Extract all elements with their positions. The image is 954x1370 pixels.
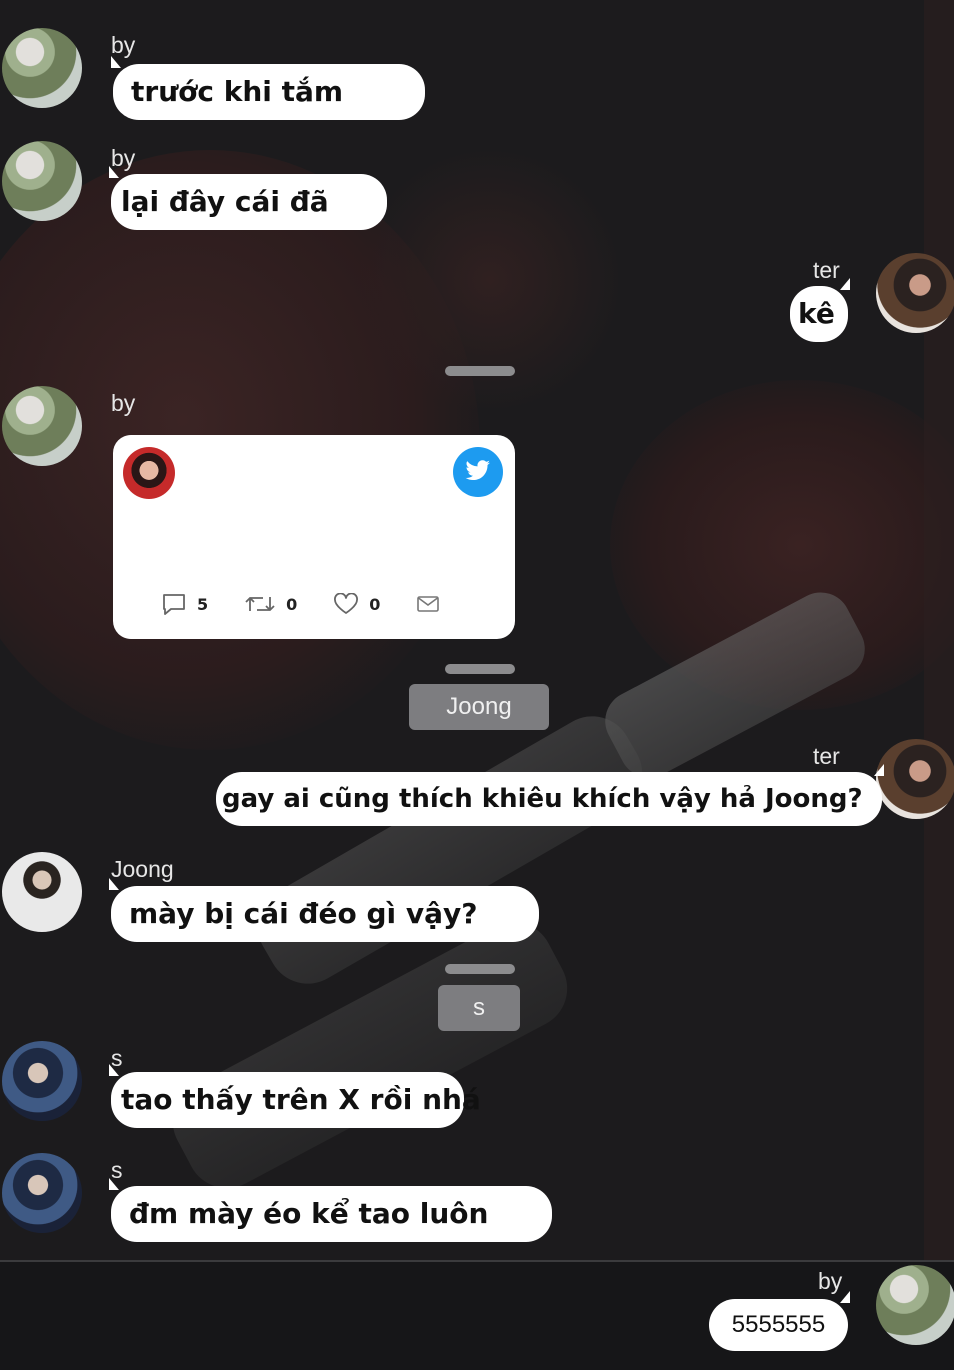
avatar-joong[interactable] <box>2 852 82 932</box>
avatar-s[interactable] <box>2 1041 82 1121</box>
avatar-by[interactable] <box>2 386 82 466</box>
message-bubble[interactable]: lại đây cái đã <box>109 166 387 230</box>
avatar-by[interactable] <box>876 1265 954 1345</box>
tweet-actions: 5 0 0 <box>161 593 486 615</box>
message-bubble[interactable]: mày bị cái đéo gì vậy? <box>109 878 539 942</box>
separator <box>445 964 515 974</box>
avatar-by[interactable] <box>2 28 82 108</box>
message-bubble[interactable]: gay ai cũng thích khiêu khích vậy hả Joo… <box>216 764 884 826</box>
message-bubble[interactable]: kê <box>790 278 850 342</box>
retweet-icon <box>245 597 275 611</box>
message-bubble[interactable]: tao thấy trên X rồi nhá <box>109 1064 481 1128</box>
message-text: tao thấy trên X rồi nhá <box>121 1083 481 1116</box>
reply-icon <box>163 594 185 615</box>
sender-name: ter <box>813 257 840 283</box>
like-count: 0 <box>369 594 381 614</box>
sender-name: Joong <box>111 856 174 882</box>
share-action[interactable] <box>416 595 450 613</box>
separator-chip: s <box>438 985 520 1031</box>
separator <box>445 664 515 674</box>
message-text: lại đây cái đã <box>121 185 329 218</box>
message-text: trước khi tắm <box>131 75 344 108</box>
message-bubble[interactable]: đm mày éo kể tao luôn <box>109 1178 552 1242</box>
message-text: 5555555 <box>731 1311 826 1338</box>
avatar-by[interactable] <box>2 141 82 221</box>
twitter-bird-icon <box>453 447 503 497</box>
like-action[interactable]: 0 <box>333 593 380 615</box>
sender-name: by <box>111 390 136 416</box>
like-icon <box>334 593 359 614</box>
reply-action[interactable]: 5 <box>161 593 208 615</box>
message-bubble[interactable]: trước khi tắm <box>111 56 425 120</box>
message-text: đm mày éo kể tao luôn <box>129 1197 489 1230</box>
tweet-author-avatar[interactable] <box>123 447 175 499</box>
retweet-count: 0 <box>286 594 298 614</box>
message-text: kê <box>798 297 835 330</box>
separator <box>445 366 515 376</box>
avatar-s[interactable] <box>2 1153 82 1233</box>
message-bubble[interactable]: 5555555 <box>709 1291 850 1351</box>
sender-name: by <box>111 32 136 58</box>
message-text: gay ai cũng thích khiêu khích vậy hả Joo… <box>222 784 863 814</box>
separator-chip: Joong <box>409 684 549 730</box>
reply-count: 5 <box>197 594 209 614</box>
avatar-ter[interactable] <box>876 253 954 333</box>
tweet-card[interactable]: 5 0 0 <box>113 435 515 639</box>
sender-name: ter <box>813 743 840 769</box>
message-text: mày bị cái đéo gì vậy? <box>129 897 478 930</box>
avatar-ter[interactable] <box>876 739 954 819</box>
sender-name: by <box>818 1268 843 1294</box>
retweet-action[interactable]: 0 <box>244 593 297 615</box>
mail-icon <box>417 596 440 612</box>
